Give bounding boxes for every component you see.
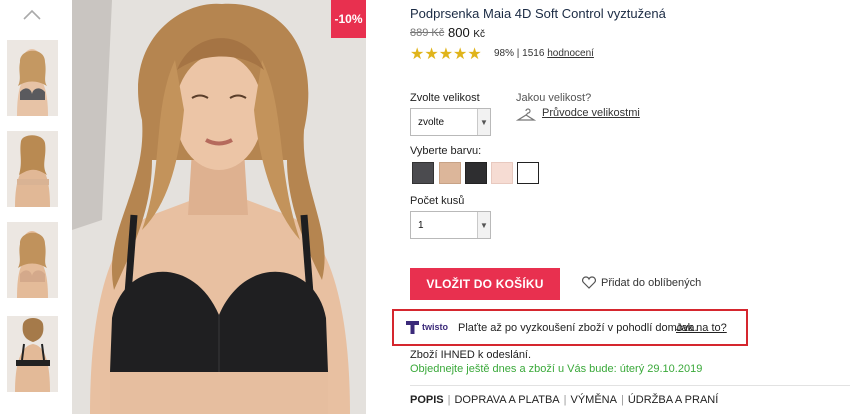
- tab-separator: |: [563, 394, 567, 406]
- twisto-message: Plaťte až po vyzkoušení zboží v pohodlí …: [458, 322, 698, 334]
- chevron-down-icon: ▼: [477, 109, 490, 135]
- add-to-cart-button[interactable]: VLOŽIT DO KOŠÍKU: [410, 268, 560, 300]
- heart-icon[interactable]: [582, 276, 596, 289]
- quantity-select[interactable]: 1 ▼: [410, 211, 491, 239]
- quantity-label: Počet kusů: [410, 195, 465, 207]
- color-swatch-grey[interactable]: [412, 162, 434, 184]
- size-help-question: Jakou velikost?: [516, 92, 592, 104]
- thumbnail-4[interactable]: [7, 316, 58, 392]
- tab-separator: |: [447, 394, 451, 406]
- old-price: 889 Kč: [410, 27, 445, 39]
- current-price-currency: Kč: [473, 29, 485, 40]
- tab-popis[interactable]: POPIS: [410, 394, 444, 406]
- tab-doprava-a-platba[interactable]: DOPRAVA A PLATBA: [454, 394, 559, 406]
- ratings-link[interactable]: hodnocení: [547, 48, 594, 59]
- thumbnail-1[interactable]: [7, 40, 58, 116]
- rating-separator: |: [514, 48, 523, 59]
- size-guide-link[interactable]: Průvodce velikostmi: [542, 107, 640, 119]
- product-info: Podprsenka Maia 4D Soft Control vyztužen…: [410, 0, 850, 414]
- current-price-value: 800: [448, 25, 470, 40]
- rating-stars-icon: ★★★★★: [410, 46, 482, 63]
- tab-udrzba-a-prani[interactable]: ÚDRŽBA A PRANÍ: [628, 394, 718, 406]
- current-price: 800 Kč: [448, 25, 485, 40]
- twisto-brand: twisto: [422, 322, 448, 332]
- main-product-image[interactable]: [72, 0, 366, 414]
- chevron-down-icon: ▼: [477, 212, 490, 238]
- twisto-how-to-link[interactable]: Jak na to?: [676, 322, 727, 334]
- rating-percent: 98%: [494, 48, 515, 59]
- thumbnail-gallery: [0, 0, 66, 414]
- discount-badge: -10%: [331, 0, 366, 38]
- size-label: Zvolte velikost: [410, 92, 480, 104]
- rating-summary: 98% | 1516 hodnocení: [494, 48, 594, 59]
- hanger-icon: [516, 108, 536, 121]
- stock-status: Zboží IHNED k odeslání.: [410, 349, 532, 361]
- quantity-select-value: 1: [418, 220, 424, 231]
- tab-separator: |: [620, 394, 624, 406]
- size-select[interactable]: zvolte ▼: [410, 108, 491, 136]
- thumbnail-3[interactable]: [7, 222, 58, 298]
- delivery-estimate: Objednejte ještě dnes a zboží u Vás bude…: [410, 363, 703, 375]
- color-swatch-black[interactable]: [465, 162, 487, 184]
- divider: [410, 385, 850, 386]
- add-to-favorites-link[interactable]: Přidat do oblíbených: [601, 277, 701, 289]
- twisto-banner: twisto Plaťte až po vyzkoušení zboží v p…: [392, 309, 748, 346]
- color-swatch-beige[interactable]: [439, 162, 461, 184]
- product-tabs: POPIS | DOPRAVA A PLATBA | VÝMĚNA | ÚDRŽBA A P…: [410, 394, 718, 406]
- tab-vymena[interactable]: VÝMĚNA: [571, 394, 617, 406]
- product-title: Podprsenka Maia 4D Soft Control vyztužen…: [410, 6, 666, 21]
- color-swatch-white[interactable]: [517, 162, 539, 184]
- chevron-up-icon[interactable]: [22, 8, 42, 22]
- color-label: Vyberte barvu:: [410, 145, 482, 157]
- size-select-value: zvolte: [418, 117, 445, 128]
- thumbnail-2[interactable]: [7, 131, 58, 207]
- twisto-logo-icon: [406, 321, 419, 334]
- rating-count: 1516: [522, 48, 545, 59]
- color-swatch-pink[interactable]: [491, 162, 513, 184]
